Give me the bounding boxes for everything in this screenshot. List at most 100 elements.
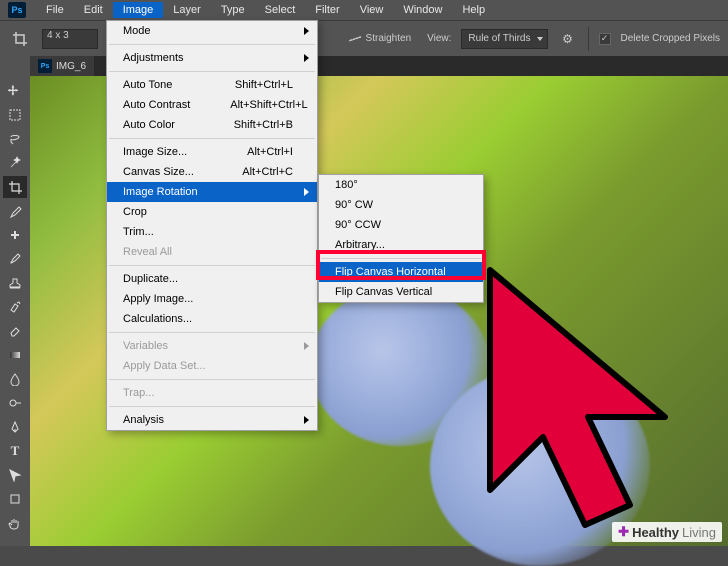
aspect-ratio-input[interactable]: 4 x 3 bbox=[42, 29, 98, 49]
image-menu-item-mode[interactable]: Mode bbox=[107, 21, 317, 41]
watermark: ✚ HealthyLiving bbox=[612, 522, 722, 542]
menubar: Ps File Edit Image Layer Type Select Fil… bbox=[0, 0, 728, 20]
dodge-tool-icon[interactable] bbox=[3, 392, 27, 414]
menu-item-label: Crop bbox=[123, 206, 293, 218]
marquee-tool-icon[interactable] bbox=[3, 104, 27, 126]
document-ps-icon: Ps bbox=[38, 59, 52, 73]
submenu-arrow-icon bbox=[304, 342, 309, 350]
type-tool-icon[interactable]: T bbox=[3, 440, 27, 462]
image-dropdown-menu: ModeAdjustmentsAuto ToneShift+Ctrl+LAuto… bbox=[106, 20, 318, 431]
menu-item-label: 180° bbox=[335, 179, 459, 191]
straighten-button[interactable]: Straighten bbox=[342, 31, 418, 47]
image-menu-item-calculations[interactable]: Calculations... bbox=[107, 309, 317, 329]
menu-item-label: Image Rotation bbox=[123, 186, 293, 198]
image-menu-item-canvas-size[interactable]: Canvas Size... Alt+Ctrl+C bbox=[107, 162, 317, 182]
submenu-arrow-icon bbox=[304, 416, 309, 424]
gradient-tool-icon[interactable] bbox=[3, 344, 27, 366]
photoshop-logo: Ps bbox=[8, 2, 26, 18]
image-menu-item-adjustments[interactable]: Adjustments bbox=[107, 48, 317, 68]
view-dropdown[interactable]: Rule of Thirds bbox=[461, 29, 547, 49]
image-menu-item-apply-data-set: Apply Data Set... bbox=[107, 356, 317, 376]
move-tool-icon[interactable] bbox=[3, 80, 27, 102]
divider bbox=[588, 27, 589, 51]
menu-item-label: 90° CW bbox=[335, 199, 459, 211]
hand-tool-icon[interactable] bbox=[3, 512, 27, 534]
image-menu-item-duplicate[interactable]: Duplicate... bbox=[107, 269, 317, 289]
menu-item-label: Canvas Size... bbox=[123, 166, 202, 178]
healing-tool-icon[interactable] bbox=[3, 224, 27, 246]
menu-help[interactable]: Help bbox=[452, 2, 495, 18]
menu-item-label: Apply Data Set... bbox=[123, 360, 293, 372]
submenu-arrow-icon bbox=[304, 54, 309, 62]
path-tool-icon[interactable] bbox=[3, 464, 27, 486]
menu-item-label: Reveal All bbox=[123, 246, 293, 258]
brush-tool-icon[interactable] bbox=[3, 248, 27, 270]
rotation-menu-item-flip-canvas-horizontal[interactable]: Flip Canvas Horizontal bbox=[319, 262, 483, 282]
document-tab[interactable]: Ps IMG_6 bbox=[30, 56, 94, 76]
menu-item-label: Auto Tone bbox=[123, 79, 195, 91]
history-brush-tool-icon[interactable] bbox=[3, 296, 27, 318]
image-menu-item-trim[interactable]: Trim... bbox=[107, 222, 317, 242]
menu-layer[interactable]: Layer bbox=[163, 2, 211, 18]
menu-item-label: Auto Contrast bbox=[123, 99, 190, 111]
blur-tool-icon[interactable] bbox=[3, 368, 27, 390]
rotation-menu-item-180[interactable]: 180° bbox=[319, 175, 483, 195]
straighten-icon bbox=[348, 33, 362, 45]
stamp-tool-icon[interactable] bbox=[3, 272, 27, 294]
menu-image[interactable]: Image bbox=[113, 2, 164, 18]
menu-type[interactable]: Type bbox=[211, 2, 255, 18]
menu-item-shortcut: Alt+Shift+Ctrl+L bbox=[230, 99, 307, 111]
image-menu-item-auto-color[interactable]: Auto ColorShift+Ctrl+B bbox=[107, 115, 317, 135]
document-tab-label: IMG_6 bbox=[56, 61, 86, 72]
lasso-tool-icon[interactable] bbox=[3, 128, 27, 150]
menu-item-label: Arbitrary... bbox=[335, 239, 459, 251]
crop-tool-icon[interactable] bbox=[8, 27, 32, 51]
image-menu-item-auto-contrast[interactable]: Auto Contrast Alt+Shift+Ctrl+L bbox=[107, 95, 317, 115]
image-menu-item-apply-image[interactable]: Apply Image... bbox=[107, 289, 317, 309]
menu-separator bbox=[321, 258, 481, 259]
image-menu-item-crop[interactable]: Crop bbox=[107, 202, 317, 222]
menu-item-label: Duplicate... bbox=[123, 273, 293, 285]
watermark-text-1: Healthy bbox=[632, 525, 679, 540]
image-menu-item-trap: Trap... bbox=[107, 383, 317, 403]
menu-item-label: Apply Image... bbox=[123, 293, 293, 305]
gear-icon[interactable]: ⚙ bbox=[558, 29, 578, 49]
watermark-text-2: Living bbox=[682, 525, 716, 540]
eyedropper-tool-icon[interactable] bbox=[3, 200, 27, 222]
menu-item-label: Analysis bbox=[123, 414, 293, 426]
menu-filter[interactable]: Filter bbox=[305, 2, 349, 18]
menu-item-shortcut: Alt+Ctrl+C bbox=[242, 166, 293, 178]
rotation-menu-item-90-ccw[interactable]: 90° CCW bbox=[319, 215, 483, 235]
menu-window[interactable]: Window bbox=[393, 2, 452, 18]
menu-select[interactable]: Select bbox=[255, 2, 306, 18]
menu-separator bbox=[109, 406, 315, 407]
menu-item-label: Calculations... bbox=[123, 313, 293, 325]
image-menu-item-image-rotation[interactable]: Image Rotation bbox=[107, 182, 317, 202]
shape-tool-icon[interactable] bbox=[3, 488, 27, 510]
menu-separator bbox=[109, 332, 315, 333]
rotation-menu-item-90-cw[interactable]: 90° CW bbox=[319, 195, 483, 215]
menu-item-label: Adjustments bbox=[123, 52, 293, 64]
pen-tool-icon[interactable] bbox=[3, 416, 27, 438]
eraser-tool-icon[interactable] bbox=[3, 320, 27, 342]
view-label: View: bbox=[427, 33, 451, 44]
rotation-menu-item-arbitrary[interactable]: Arbitrary... bbox=[319, 235, 483, 255]
menu-item-label: Variables bbox=[123, 340, 293, 352]
image-menu-item-image-size[interactable]: Image Size...Alt+Ctrl+I bbox=[107, 142, 317, 162]
image-rotation-submenu: 180° 90° CW 90° CCW Arbitrary... Flip Canvas… bbox=[318, 174, 484, 303]
delete-cropped-checkbox[interactable]: ✓ bbox=[599, 33, 611, 45]
image-menu-item-auto-tone[interactable]: Auto ToneShift+Ctrl+L bbox=[107, 75, 317, 95]
menu-edit[interactable]: Edit bbox=[74, 2, 113, 18]
image-menu-item-analysis[interactable]: Analysis bbox=[107, 410, 317, 430]
menu-file[interactable]: File bbox=[36, 2, 74, 18]
rotation-menu-item-flip-canvas-vertical[interactable]: Flip Canvas Vertical bbox=[319, 282, 483, 302]
menu-item-label: Trim... bbox=[123, 226, 293, 238]
menu-separator bbox=[109, 379, 315, 380]
menu-item-label: 90° CCW bbox=[335, 219, 459, 231]
menu-item-label: Flip Canvas Horizontal bbox=[335, 266, 459, 278]
wand-tool-icon[interactable] bbox=[3, 152, 27, 174]
toolbox: T bbox=[0, 56, 30, 546]
crop-tool-icon[interactable] bbox=[3, 176, 27, 198]
menu-view[interactable]: View bbox=[350, 2, 394, 18]
straighten-label: Straighten bbox=[366, 33, 412, 44]
